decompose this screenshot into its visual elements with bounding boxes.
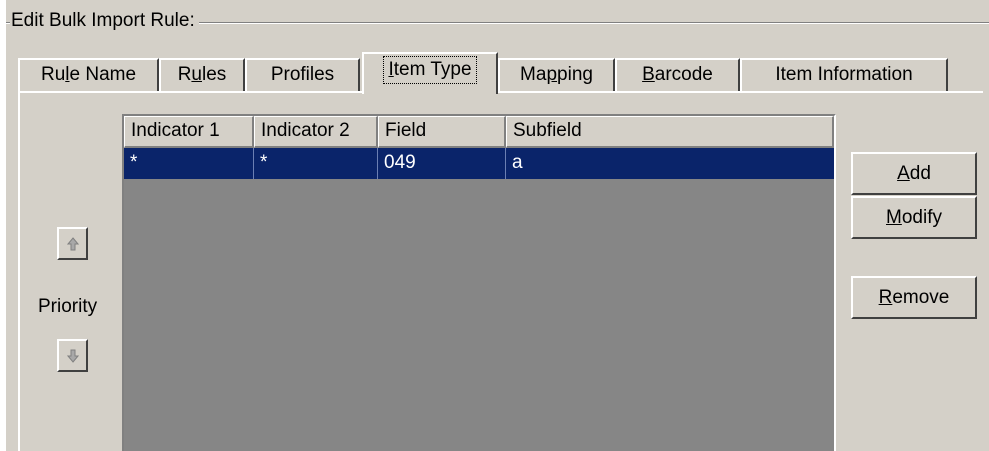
tab-item-type[interactable]: Item Type — [362, 52, 498, 94]
tab-label: Item Information — [775, 64, 913, 85]
tab-label-accel: p — [546, 64, 558, 85]
remove-accel: R — [878, 287, 893, 308]
tab-rules[interactable]: Rules — [159, 58, 245, 92]
arrow-up-icon — [66, 236, 79, 250]
tab-label-accel: u — [191, 64, 202, 85]
column-header-field[interactable]: Field — [378, 116, 506, 148]
priority-down-button[interactable] — [57, 339, 88, 372]
add-button[interactable]: Add — [851, 152, 977, 195]
tab-label: Ru — [40, 64, 66, 85]
modify-button[interactable]: Modify — [851, 196, 977, 239]
grid-header: Indicator 1 Indicator 2 Field Subfield — [124, 116, 834, 148]
tab-label: Ma — [520, 64, 547, 85]
tab-label: les — [202, 64, 227, 85]
priority-up-button[interactable] — [57, 227, 88, 260]
modify-label: odify — [901, 207, 942, 228]
remove-button[interactable]: Remove — [851, 276, 977, 319]
modify-accel: M — [886, 207, 902, 228]
tab-label: Profiles — [270, 64, 335, 85]
cell-indicator-1: * — [124, 148, 254, 179]
tab-label: R — [177, 64, 192, 85]
cell-indicator-2: * — [254, 148, 378, 179]
remove-label: emove — [892, 287, 950, 308]
tab-label: ping — [557, 64, 593, 85]
tab-barcode[interactable]: Barcode — [615, 58, 740, 92]
cell-subfield: a — [512, 152, 523, 173]
tab-mapping[interactable]: Mapping — [498, 58, 615, 92]
tab-focus-rect: Item Type — [383, 56, 477, 84]
arrow-down-icon — [66, 349, 79, 363]
table-row-selected[interactable]: * * 049 a — [124, 148, 834, 179]
tab-profiles[interactable]: Profiles — [245, 58, 360, 92]
priority-label: Priority — [38, 296, 98, 317]
cell-field: 049 — [378, 148, 506, 179]
tab-label-accel: B — [642, 64, 655, 85]
add-label: dd — [909, 163, 931, 184]
item-type-grid[interactable]: Indicator 1 Indicator 2 Field Subfield *… — [122, 114, 836, 451]
tab-item-information[interactable]: Item Information — [740, 58, 948, 92]
group-title: Edit Bulk Import Rule: — [10, 10, 199, 32]
column-header-subfield[interactable]: Subfield — [506, 116, 834, 148]
tab-label: arcode — [654, 64, 713, 85]
tab-label: e Name — [69, 64, 137, 85]
tab-label: tem Type — [393, 59, 472, 80]
column-header-indicator-1[interactable]: Indicator 1 — [124, 116, 254, 148]
tab-strip: Rule Name Rules Profiles Item Type Mappi… — [18, 50, 983, 94]
tab-rule-name[interactable]: Rule Name — [18, 58, 159, 92]
column-header-indicator-2[interactable]: Indicator 2 — [254, 116, 378, 148]
add-accel: A — [897, 163, 910, 184]
